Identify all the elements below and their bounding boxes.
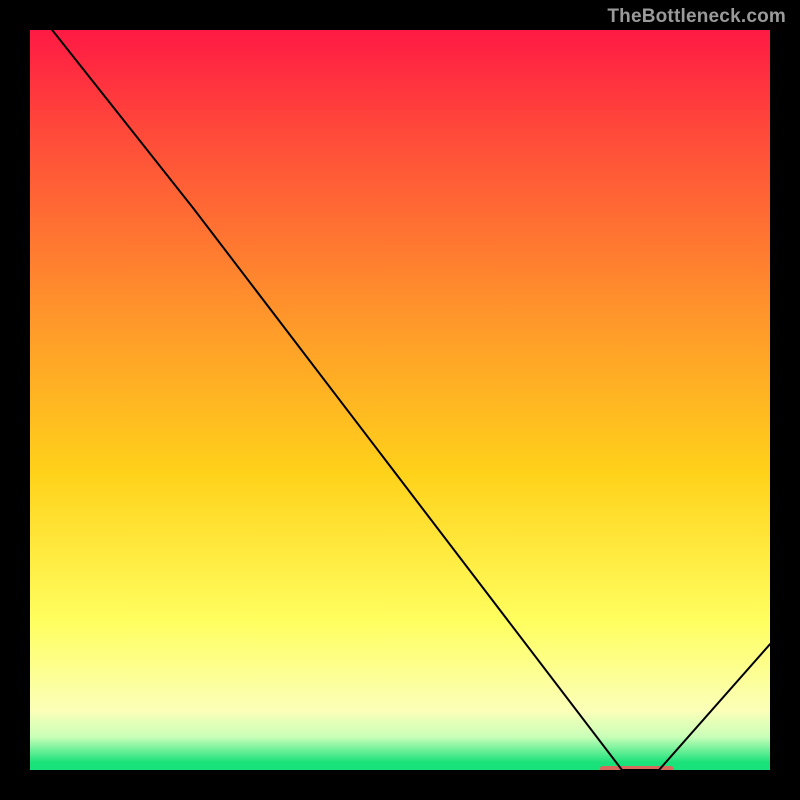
chart-canvas (0, 0, 800, 800)
bottleneck-chart: TheBottleneck.com (0, 0, 800, 800)
plot-frame (0, 0, 30, 800)
plot-frame (0, 770, 800, 800)
attribution-label: TheBottleneck.com (607, 6, 786, 28)
plot-frame (770, 0, 800, 800)
